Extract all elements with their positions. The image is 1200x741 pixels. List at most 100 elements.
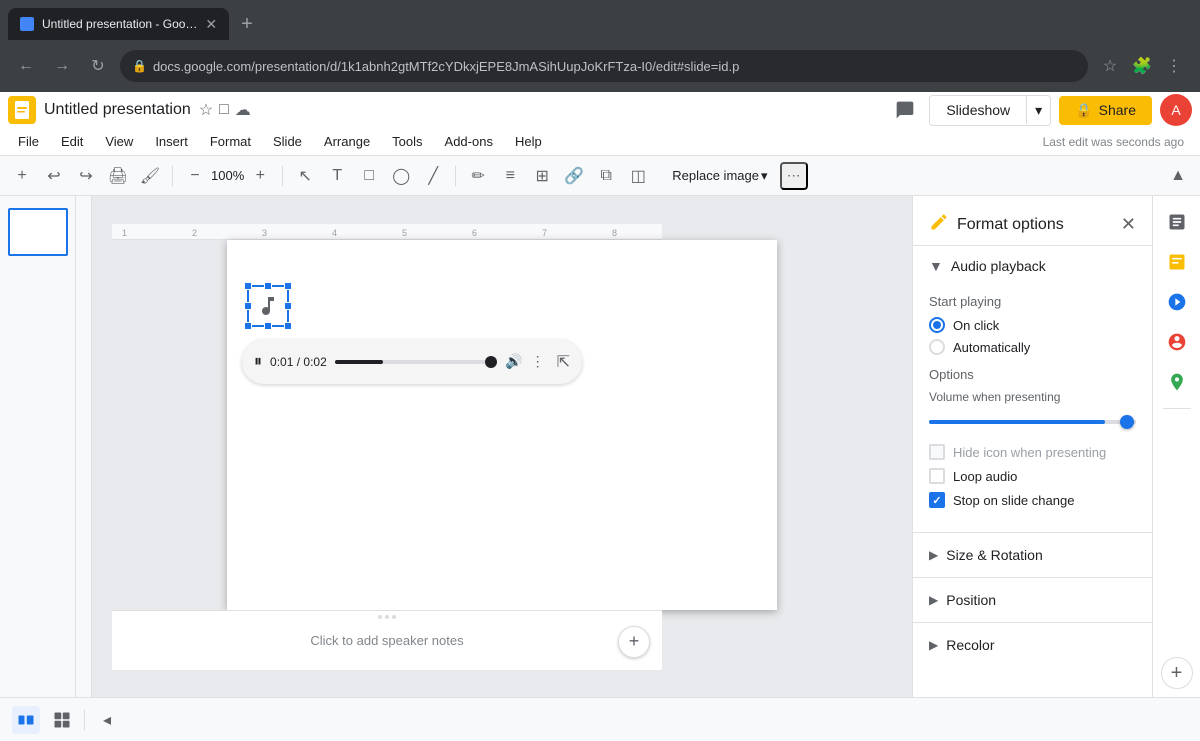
audio-section-header[interactable]: ▼ Audio playback	[913, 246, 1152, 286]
size-rotation-header[interactable]: ▶ Size & Rotation	[913, 533, 1152, 577]
menu-file[interactable]: File	[8, 130, 49, 153]
new-tab-button[interactable]: +	[233, 8, 261, 40]
link-tool[interactable]: 🔗	[560, 162, 588, 190]
undo-button[interactable]: ↩	[40, 162, 68, 190]
paint-format-button[interactable]: 🖌	[136, 162, 164, 190]
sidebar-icon-2[interactable]	[1159, 244, 1195, 280]
loop-audio-checkbox[interactable]	[929, 468, 945, 484]
progress-bar[interactable]	[335, 360, 497, 364]
sidebar-icon-1[interactable]	[1159, 204, 1195, 240]
reload-button[interactable]: ↻	[84, 52, 112, 80]
sidebar-icon-3[interactable]	[1159, 284, 1195, 320]
automatically-radio[interactable]	[929, 339, 945, 355]
menu-addons[interactable]: Add-ons	[435, 130, 503, 153]
notes-area[interactable]: Click to add speaker notes +	[112, 610, 662, 670]
drive-icon[interactable]: □	[219, 101, 229, 119]
add-button[interactable]: +	[8, 162, 36, 190]
menu-help[interactable]: Help	[505, 130, 552, 153]
handle-top-right[interactable]	[284, 282, 292, 290]
cloud-icon[interactable]: ☁	[235, 100, 251, 120]
handle-top-left[interactable]	[244, 282, 252, 290]
sidebar-add-button[interactable]: +	[1161, 657, 1193, 689]
menu-slide[interactable]: Slide	[263, 130, 312, 153]
zoom-control[interactable]: − 100% +	[181, 162, 274, 190]
svg-text:1: 1	[122, 228, 127, 238]
table-tool[interactable]: ⊞	[528, 162, 556, 190]
comments-button[interactable]	[889, 94, 921, 126]
zoom-level: 100%	[211, 168, 244, 183]
print-button[interactable]: 🖨	[104, 162, 132, 190]
active-tab[interactable]: Untitled presentation - Goo… ✕	[8, 8, 229, 40]
menu-insert[interactable]: Insert	[145, 130, 198, 153]
extensions-icon[interactable]: 🧩	[1128, 52, 1156, 80]
handle-middle-right[interactable]	[284, 302, 292, 310]
shape-tool[interactable]: □	[355, 162, 383, 190]
menu-view[interactable]: View	[95, 130, 143, 153]
player-external-button[interactable]: ⇱	[557, 352, 570, 372]
notes-add-button[interactable]: +	[618, 626, 650, 658]
line-tool[interactable]: ╱	[419, 162, 447, 190]
slideshow-button[interactable]: Slideshow	[930, 96, 1027, 124]
hide-icon-checkbox[interactable]	[929, 444, 945, 460]
url-bar[interactable]: 🔒 docs.google.com/presentation/d/1k1abnh…	[120, 50, 1088, 82]
collapse-panel-button[interactable]: ◂	[93, 706, 121, 734]
loop-audio-option[interactable]: Loop audio	[929, 468, 1136, 484]
align-tool[interactable]: ≡	[496, 162, 524, 190]
sidebar-icon-4[interactable]	[1159, 324, 1195, 360]
menu-tools[interactable]: Tools	[382, 130, 432, 153]
on-click-radio-dot	[933, 321, 941, 329]
recolor-header[interactable]: ▶ Recolor	[913, 623, 1152, 667]
redo-button[interactable]: ↪	[72, 162, 100, 190]
zoom-in-button[interactable]: +	[246, 162, 274, 190]
handle-bottom-right[interactable]	[284, 322, 292, 330]
stop-on-change-option[interactable]: ✓ Stop on slide change	[929, 492, 1136, 508]
user-avatar[interactable]: A	[1160, 94, 1192, 126]
shape-tool-2[interactable]: ◯	[387, 162, 415, 190]
handle-top-middle[interactable]	[264, 282, 272, 290]
mask-tool[interactable]: ◫	[624, 162, 652, 190]
slide-thumbnail[interactable]	[8, 208, 68, 256]
handle-bottom-left[interactable]	[244, 322, 252, 330]
zoom-out-button[interactable]: −	[181, 162, 209, 190]
volume-thumb[interactable]	[1120, 415, 1134, 429]
menu-format[interactable]: Format	[200, 130, 261, 153]
star-icon[interactable]: ☆	[199, 100, 213, 120]
size-rotation-section: ▶ Size & Rotation	[913, 532, 1152, 577]
replace-image-button[interactable]: Replace image ▾	[664, 164, 775, 188]
volume-button[interactable]: 🔊	[505, 353, 522, 370]
bottom-bar: ◂	[0, 697, 1200, 741]
notes-resize-handle[interactable]	[374, 611, 400, 623]
bookmark-icon[interactable]: ☆	[1096, 52, 1124, 80]
automatically-option[interactable]: Automatically	[929, 339, 1136, 355]
forward-button[interactable]: →	[48, 52, 76, 80]
handle-bottom-middle[interactable]	[264, 322, 272, 330]
on-click-option[interactable]: On click	[929, 317, 1136, 333]
cursor-tool[interactable]: ↖	[291, 162, 319, 190]
sidebar-icon-maps[interactable]	[1159, 364, 1195, 400]
toolbar-collapse-button[interactable]: ▲	[1164, 162, 1192, 190]
filmstrip-view-button[interactable]	[12, 706, 40, 734]
text-tool[interactable]: T	[323, 162, 351, 190]
handle-middle-left[interactable]	[244, 302, 252, 310]
slideshow-dropdown[interactable]: ▾	[1027, 96, 1050, 125]
hide-icon-option[interactable]: Hide icon when presenting	[929, 444, 1136, 460]
pen-tool[interactable]: ✏	[464, 162, 492, 190]
back-button[interactable]: ←	[12, 52, 40, 80]
audio-element[interactable]	[247, 285, 289, 327]
volume-slider[interactable]	[929, 412, 1136, 432]
format-panel-close-button[interactable]: ✕	[1121, 214, 1136, 235]
menu-arrange[interactable]: Arrange	[314, 130, 380, 153]
menu-icon[interactable]: ⋮	[1160, 52, 1188, 80]
progress-thumb[interactable]	[485, 356, 497, 368]
menu-edit[interactable]: Edit	[51, 130, 93, 153]
position-header[interactable]: ▶ Position	[913, 578, 1152, 622]
stop-on-change-checkbox[interactable]: ✓	[929, 492, 945, 508]
grid-view-button[interactable]	[48, 706, 76, 734]
player-more-button[interactable]: ⋮	[531, 353, 545, 370]
pause-button[interactable]: ⏸	[254, 353, 262, 371]
more-options-button[interactable]: ⋯	[780, 162, 808, 190]
on-click-radio[interactable]	[929, 317, 945, 333]
share-button[interactable]: 🔒 Share	[1059, 96, 1152, 125]
tab-close-button[interactable]: ✕	[205, 16, 217, 33]
crop-tool[interactable]: ⧉	[592, 162, 620, 190]
